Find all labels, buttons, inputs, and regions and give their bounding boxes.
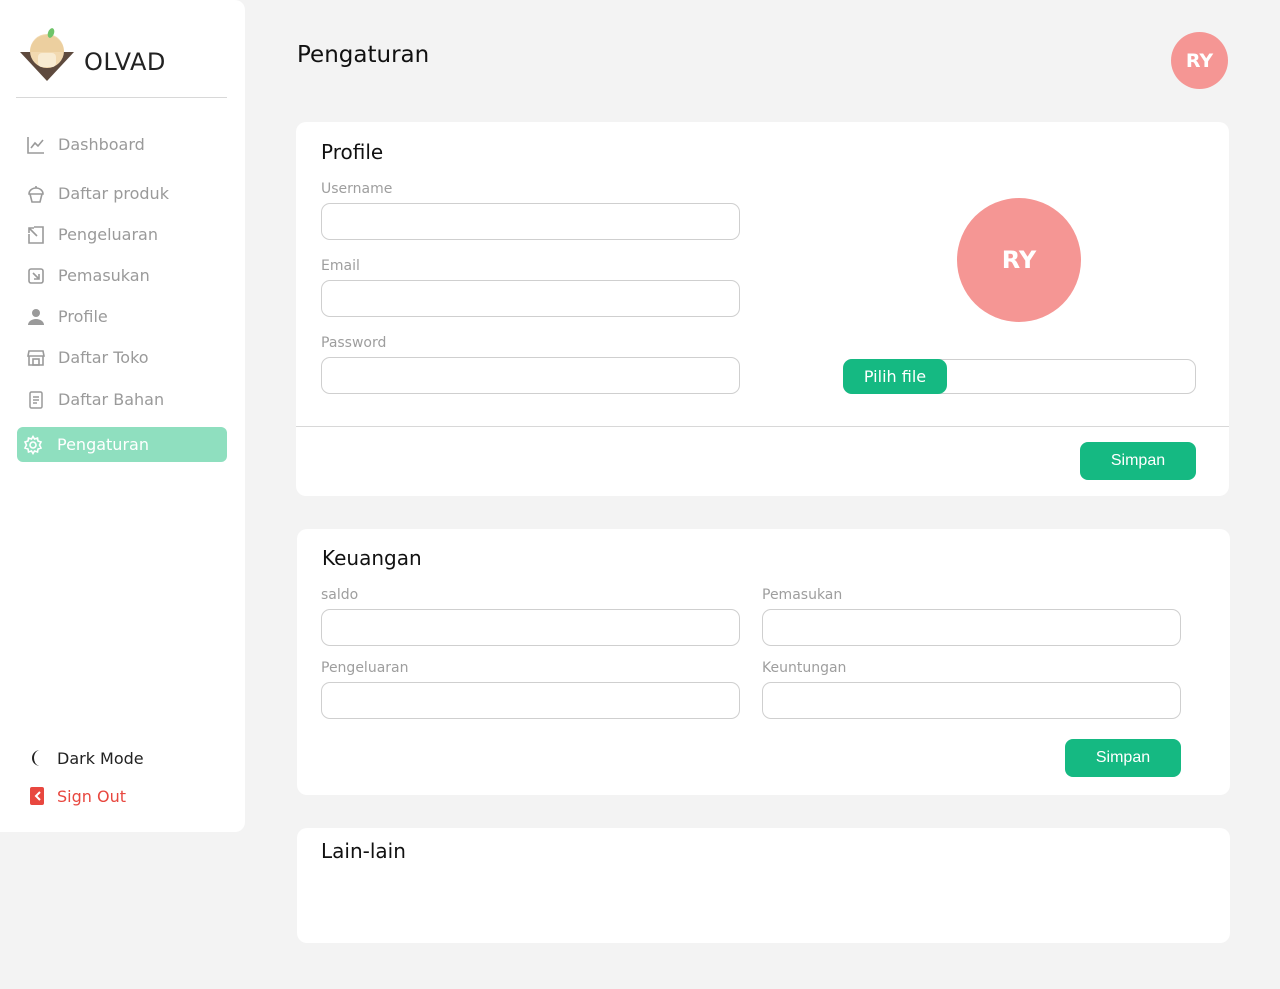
sidebar-item-label: Dashboard [58, 135, 145, 154]
sign-out-button[interactable]: Sign Out [27, 783, 126, 809]
sidebar-item-daftar-bahan[interactable]: Daftar Bahan [17, 382, 227, 417]
sidebar-item-pengeluaran[interactable]: Pengeluaran [17, 217, 227, 252]
chart-line-icon [25, 134, 47, 156]
cupcake-icon [25, 183, 47, 205]
gear-icon [22, 434, 44, 456]
keuntungan-input[interactable] [762, 682, 1181, 719]
sidebar: OLVAD Dashboard Daftar produk Pengeluara… [0, 0, 245, 832]
lain-lain-title: Lain-lain [321, 839, 406, 863]
sidebar-item-profile[interactable]: Profile [17, 299, 227, 334]
profile-avatar: RY [957, 198, 1081, 322]
store-icon [25, 347, 47, 369]
profile-title: Profile [321, 140, 384, 164]
sidebar-item-label: Daftar Toko [58, 348, 149, 367]
page-title: Pengaturan [297, 42, 430, 68]
document-icon [25, 389, 47, 411]
brand-name: OLVAD [84, 48, 166, 76]
sidebar-item-label: Pengeluaran [58, 225, 158, 244]
email-input[interactable] [321, 280, 740, 317]
sidebar-item-dashboard[interactable]: Dashboard [17, 127, 227, 162]
username-label: Username [321, 181, 393, 197]
user-icon [25, 306, 47, 328]
moon-icon [27, 748, 47, 768]
sidebar-item-daftar-toko[interactable]: Daftar Toko [17, 340, 227, 375]
choose-file-label: Pilih file [863, 367, 927, 386]
keuangan-title: Keuangan [322, 546, 422, 570]
sidebar-item-label: Daftar produk [58, 184, 169, 203]
profile-save-button[interactable]: Simpan [1080, 442, 1196, 480]
dark-mode-toggle[interactable]: Dark Mode [27, 745, 144, 771]
password-label: Password [321, 335, 387, 351]
sidebar-item-pengaturan[interactable]: Pengaturan [17, 427, 227, 462]
keuangan-save-button[interactable]: Simpan [1065, 739, 1181, 777]
sidebar-item-daftar-produk[interactable]: Daftar produk [17, 176, 227, 211]
keuangan-card: Keuangan saldo Pemasukan Pengeluaran Keu… [297, 529, 1230, 795]
username-input[interactable] [321, 203, 740, 240]
sign-out-icon [27, 786, 47, 806]
keuangan-save-label: Simpan [1095, 749, 1151, 766]
sidebar-item-label: Profile [58, 307, 108, 326]
pengeluaran-input[interactable] [321, 682, 740, 719]
file-input[interactable]: Pilih file [843, 359, 1196, 394]
sidebar-item-pemasukan[interactable]: Pemasukan [17, 258, 227, 293]
saldo-input[interactable] [321, 609, 740, 646]
avatar[interactable]: RY [1171, 32, 1228, 89]
brand-logo[interactable]: OLVAD [18, 28, 165, 84]
email-label: Email [321, 258, 360, 274]
sign-out-label: Sign Out [57, 786, 126, 806]
brand-divider [16, 97, 227, 98]
logo-icon [20, 28, 74, 81]
pemasukan-input[interactable] [762, 609, 1181, 646]
keuntungan-label: Keuntungan [762, 660, 847, 676]
pemasukan-label: Pemasukan [762, 587, 843, 603]
saldo-label: saldo [321, 587, 359, 603]
sidebar-item-label: Pemasukan [58, 266, 150, 285]
profile-avatar-initials: RY [1001, 246, 1037, 274]
lain-lain-card: Lain-lain [297, 828, 1230, 943]
arrow-out-icon [25, 224, 47, 246]
avatar-initials: RY [1185, 49, 1214, 72]
profile-divider [296, 426, 1229, 427]
profile-save-label: Simpan [1110, 452, 1166, 469]
profile-card: Profile Username Email Password RY Pilih… [296, 122, 1229, 496]
arrow-in-icon [25, 265, 47, 287]
dark-mode-label: Dark Mode [57, 748, 144, 768]
pengeluaran-label: Pengeluaran [321, 660, 409, 676]
choose-file-button[interactable]: Pilih file [843, 359, 947, 394]
sidebar-item-label: Daftar Bahan [58, 390, 165, 409]
password-input[interactable] [321, 357, 740, 394]
sidebar-item-label: Pengaturan [57, 435, 149, 454]
